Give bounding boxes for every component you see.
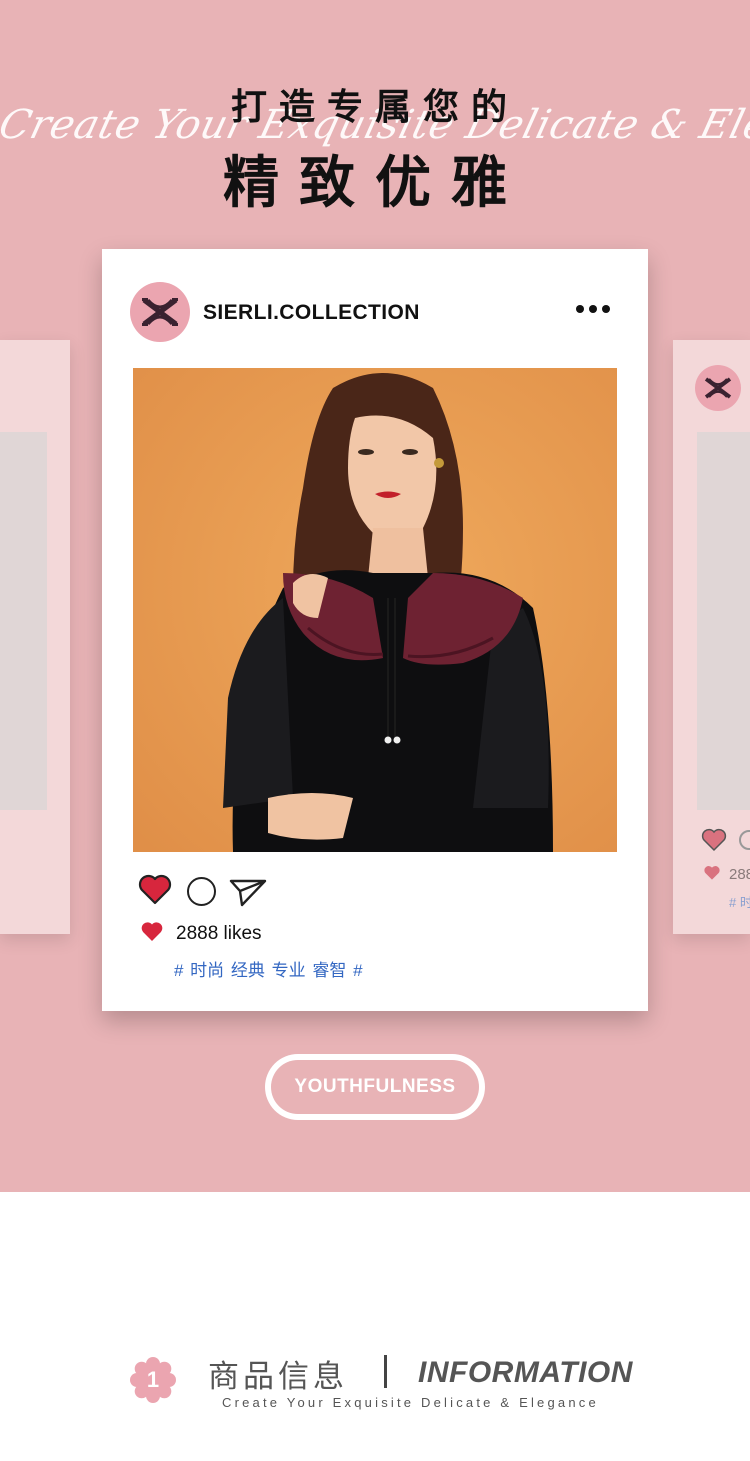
heart-icon bbox=[704, 866, 720, 880]
next-post-photo bbox=[697, 432, 750, 810]
avatar[interactable] bbox=[130, 282, 190, 342]
dot bbox=[589, 305, 597, 313]
info-subtitle: Create Your Exquisite Delicate & Eleganc… bbox=[222, 1395, 599, 1410]
heart-icon bbox=[701, 828, 727, 852]
previous-post-photo bbox=[0, 432, 47, 810]
badge-number: 1 bbox=[147, 1367, 159, 1392]
more-options-icon[interactable] bbox=[576, 305, 610, 313]
comment-icon[interactable] bbox=[187, 877, 216, 906]
post-card: SIERLI.COLLECTION 2888 likes # 时尚 经典 专业 … bbox=[102, 249, 648, 1011]
model-photo bbox=[133, 368, 617, 852]
likes-count: 2888 likes bbox=[176, 923, 262, 944]
comment-icon bbox=[739, 830, 750, 850]
next-post-card[interactable]: 288 # 时 bbox=[673, 340, 750, 934]
post-username[interactable]: SIERLI.COLLECTION bbox=[203, 301, 420, 325]
dot bbox=[576, 305, 584, 313]
post-photo[interactable] bbox=[133, 368, 617, 852]
info-title-cn: 商品信息 bbox=[208, 1359, 348, 1395]
hero-title-line2: 精致优雅 bbox=[223, 151, 527, 216]
dot bbox=[602, 305, 610, 313]
youthfulness-label: YOUTHFULNESS bbox=[271, 1060, 479, 1114]
heart-icon bbox=[141, 922, 163, 941]
flower-number-badge: 1 bbox=[130, 1357, 176, 1403]
hero-section: Create Your Exquisite Delicate & Eleganc… bbox=[0, 0, 750, 1192]
previous-post-card[interactable] bbox=[0, 340, 70, 934]
like-heart-icon[interactable] bbox=[138, 874, 172, 906]
hero-title-line1: 打造专属您的 bbox=[230, 87, 519, 128]
likes-count: 288 bbox=[729, 866, 750, 883]
info-divider bbox=[384, 1355, 387, 1388]
hashtags: # 时 bbox=[729, 895, 750, 910]
hashtags[interactable]: # 时尚 经典 专业 睿智 # bbox=[174, 956, 363, 981]
info-title-en: INFORMATION bbox=[418, 1356, 633, 1389]
next-post-avatar bbox=[695, 365, 741, 411]
monogram-logo-icon bbox=[142, 298, 178, 326]
monogram-logo-icon bbox=[704, 377, 732, 399]
youthfulness-button[interactable]: YOUTHFULNESS bbox=[265, 1054, 485, 1120]
send-icon[interactable] bbox=[228, 875, 268, 907]
